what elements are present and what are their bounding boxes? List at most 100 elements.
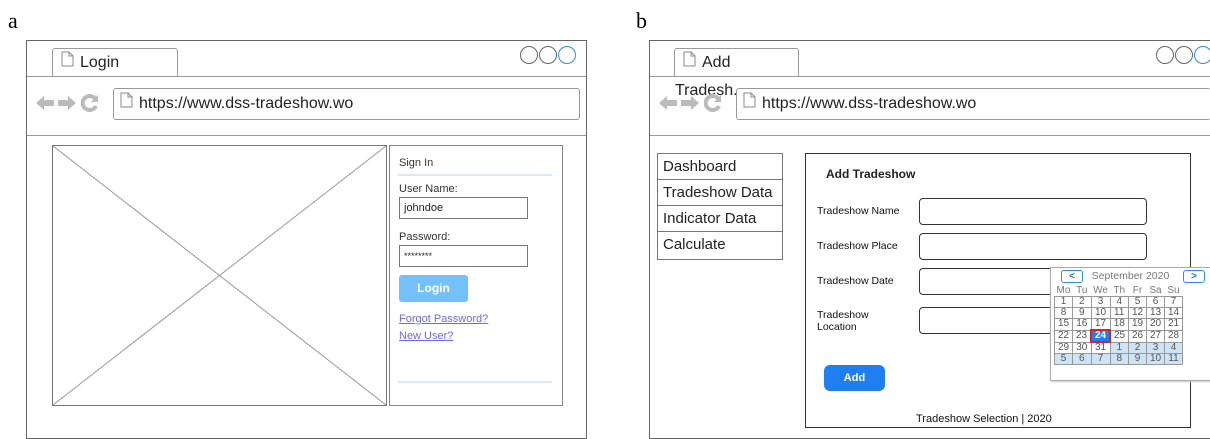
sign-in-heading: Sign In — [399, 157, 434, 169]
calendar-day[interactable]: 29 — [1054, 341, 1073, 354]
menu-item-tradeshow-data[interactable]: Tradeshow Data — [658, 180, 782, 206]
calendar-day[interactable]: 31 — [1090, 341, 1111, 354]
window-controls — [1155, 46, 1210, 64]
calendar-day[interactable]: 1 — [1054, 296, 1073, 308]
calendar-day[interactable]: 26 — [1128, 329, 1147, 343]
weekday-label: Fr — [1132, 285, 1143, 296]
browser-window-login: Login https://www.dss-tradeshow.wo Sign … — [26, 40, 587, 439]
calendar-day-next-month[interactable]: 2 — [1128, 341, 1147, 354]
menu-item-calculate[interactable]: Calculate — [658, 232, 782, 258]
add-button[interactable]: Add — [824, 365, 885, 391]
weekday-label: Tu — [1076, 285, 1088, 296]
calendar-day[interactable]: 4 — [1109, 296, 1129, 308]
calendar-day[interactable]: 12 — [1128, 307, 1147, 319]
page-footer: Tradeshow Selection | 2020 — [916, 413, 1052, 425]
calendar-day[interactable]: 17 — [1090, 318, 1111, 331]
forgot-password-link[interactable]: Forgot Password? — [399, 313, 488, 325]
date-picker-calendar: September 2020 < > Mo Tu We Th Fr Sa Su … — [1050, 267, 1210, 381]
calendar-day[interactable]: 2 — [1072, 296, 1092, 308]
calendar-day-next-month[interactable]: 8 — [1109, 353, 1129, 365]
location-label-line2: Location — [817, 321, 857, 333]
toolbar-divider — [27, 135, 586, 136]
calendar-day[interactable]: 13 — [1146, 307, 1165, 319]
calendar-day-next-month[interactable]: 10 — [1146, 353, 1165, 365]
weekday-label: Sa — [1149, 285, 1162, 296]
calendar-day[interactable]: 15 — [1054, 318, 1073, 331]
calendar-day[interactable]: 20 — [1146, 318, 1165, 331]
calendar-day-selected[interactable]: 24 — [1090, 329, 1111, 343]
close-circle-icon[interactable] — [558, 46, 576, 64]
calendar-day[interactable]: 7 — [1164, 296, 1183, 308]
browser-tab-login[interactable]: Login — [52, 48, 178, 76]
calendar-day[interactable]: 11 — [1109, 307, 1129, 319]
form-title: Add Tradeshow — [826, 167, 916, 181]
tab-divider — [650, 76, 1210, 77]
minimize-circle-icon[interactable] — [1156, 46, 1174, 64]
calendar-day-next-month[interactable]: 11 — [1164, 353, 1183, 365]
menu-item-indicator-data[interactable]: Indicator Data — [658, 206, 782, 232]
maximize-circle-icon[interactable] — [539, 46, 557, 64]
calendar-week-row: 15 16 17 18 19 20 21 — [1054, 318, 1183, 331]
calendar-day[interactable]: 16 — [1072, 318, 1092, 331]
name-label: Tradeshow Name — [817, 205, 900, 217]
calendar-day[interactable]: 21 — [1164, 318, 1183, 331]
browser-tab-add-tradeshow[interactable]: Add Tradesh.. — [674, 48, 799, 99]
reload-icon[interactable] — [81, 94, 99, 112]
navigation-controls — [35, 94, 99, 112]
calendar-day[interactable]: 19 — [1128, 318, 1147, 331]
calendar-day[interactable]: 9 — [1072, 307, 1092, 319]
username-label: User Name: — [399, 183, 458, 195]
previous-month-button[interactable]: < — [1061, 270, 1083, 283]
calendar-day-next-month[interactable]: 3 — [1146, 341, 1165, 354]
page-icon — [743, 89, 756, 119]
calendar-day-next-month[interactable]: 4 — [1164, 341, 1183, 354]
document-icon — [683, 49, 696, 77]
panel-a-label: a — [8, 8, 18, 33]
tradeshow-name-input[interactable] — [919, 198, 1147, 225]
calendar-day[interactable]: 3 — [1090, 296, 1111, 308]
page-icon — [120, 89, 133, 119]
location-label: Tradeshow Location — [817, 309, 869, 333]
calendar-day[interactable]: 30 — [1072, 341, 1092, 354]
calendar-day[interactable]: 28 — [1164, 329, 1183, 343]
calendar-week-row: 29 30 31 1 2 3 4 — [1054, 341, 1183, 354]
tradeshow-place-input[interactable] — [919, 233, 1147, 260]
new-user-link[interactable]: New User? — [399, 330, 453, 342]
forward-arrow-icon[interactable] — [680, 95, 700, 111]
calendar-day-next-month[interactable]: 1 — [1109, 341, 1129, 354]
calendar-day[interactable]: 6 — [1146, 296, 1165, 308]
calendar-day-next-month[interactable]: 9 — [1128, 353, 1147, 365]
calendar-day-next-month[interactable]: 5 — [1054, 353, 1073, 365]
calendar-day[interactable]: 8 — [1054, 307, 1073, 319]
window-controls — [519, 46, 576, 64]
calendar-day[interactable]: 14 — [1164, 307, 1183, 319]
next-month-button[interactable]: > — [1183, 270, 1205, 283]
forward-arrow-icon[interactable] — [57, 95, 77, 111]
maximize-circle-icon[interactable] — [1175, 46, 1193, 64]
calendar-week-row: 5 6 7 8 9 10 11 — [1054, 353, 1183, 365]
minimize-circle-icon[interactable] — [520, 46, 538, 64]
calendar-day[interactable]: 27 — [1146, 329, 1165, 343]
calendar-day-next-month[interactable]: 7 — [1090, 353, 1111, 365]
password-label: Password: — [399, 231, 451, 243]
calendar-day[interactable]: 23 — [1072, 329, 1092, 343]
address-bar[interactable]: https://www.dss-tradeshow.wo — [736, 88, 1210, 120]
calendar-day[interactable]: 25 — [1109, 329, 1129, 343]
address-bar[interactable]: https://www.dss-tradeshow.wo — [113, 88, 580, 120]
calendar-day[interactable]: 22 — [1054, 329, 1073, 343]
back-arrow-icon[interactable] — [35, 95, 55, 111]
menu-item-dashboard[interactable]: Dashboard — [658, 154, 782, 180]
reload-icon[interactable] — [704, 94, 722, 112]
tab-divider — [27, 76, 586, 77]
calendar-day[interactable]: 10 — [1090, 307, 1111, 319]
calendar-day[interactable]: 5 — [1128, 296, 1147, 308]
password-input[interactable]: ******** — [399, 245, 528, 267]
panel-b-label: b — [636, 8, 647, 33]
login-button[interactable]: Login — [399, 275, 468, 302]
close-circle-icon[interactable] — [1194, 46, 1210, 64]
username-input[interactable]: johndoe — [399, 197, 528, 219]
calendar-day[interactable]: 18 — [1109, 318, 1129, 331]
calendar-day-next-month[interactable]: 6 — [1072, 353, 1092, 365]
url-text: https://www.dss-tradeshow.wo — [139, 95, 354, 113]
back-arrow-icon[interactable] — [658, 95, 678, 111]
